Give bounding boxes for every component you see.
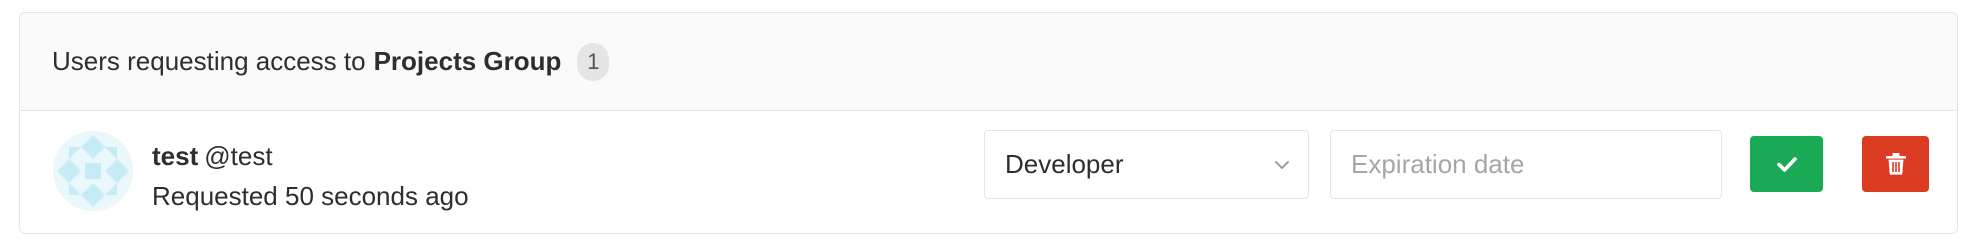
expiration-date-input[interactable]	[1330, 130, 1722, 199]
member-info: test @test Requested 50 seconds ago	[152, 136, 469, 216]
access-requests-panel: Users requesting access to Projects Grou…	[19, 12, 1958, 234]
role-select[interactable]: Developer	[984, 130, 1309, 199]
member-name: test	[152, 141, 199, 171]
request-count-badge: 1	[577, 42, 610, 81]
deny-request-button[interactable]	[1862, 136, 1929, 192]
trash-icon	[1885, 153, 1906, 175]
role-select-value: Developer	[1005, 149, 1124, 179]
check-icon	[1776, 157, 1797, 172]
header-prefix: Users requesting access to	[52, 46, 366, 76]
member-request-row: test @test Requested 50 seconds ago Devel…	[20, 111, 1957, 233]
request-time: Requested 50 seconds ago	[152, 181, 469, 211]
avatar	[53, 131, 133, 211]
member-handle: @test	[204, 141, 273, 171]
identicon-avatar-icon	[53, 131, 133, 211]
chevron-down-icon	[1275, 161, 1289, 169]
panel-header: Users requesting access to Projects Grou…	[20, 13, 1957, 111]
group-name: Projects Group	[373, 46, 562, 76]
approve-request-button[interactable]	[1750, 136, 1823, 192]
